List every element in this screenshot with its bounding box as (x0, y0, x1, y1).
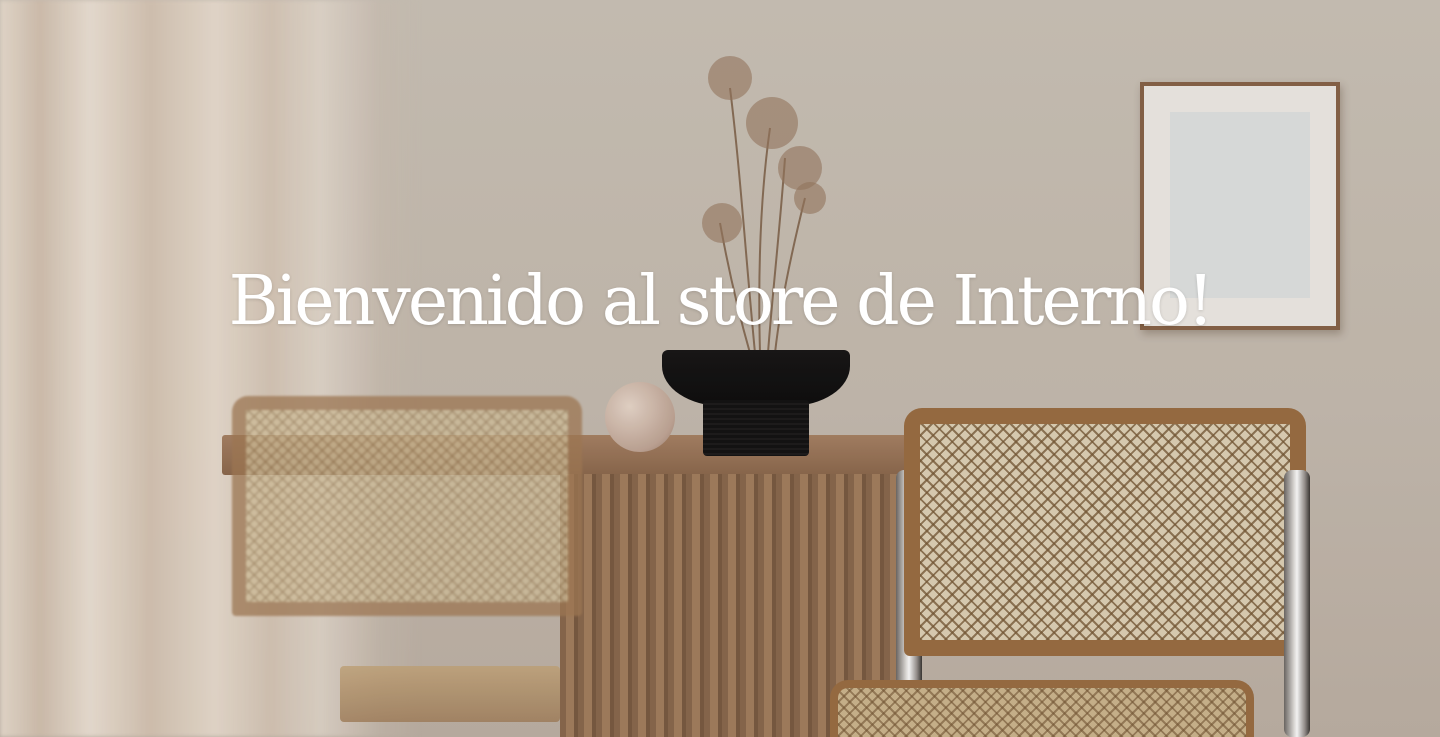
hero-title: Bienvenido al store de Interno! (228, 262, 1215, 341)
image-overlay (0, 0, 1440, 737)
hero-banner: Bienvenido al store de Interno! (0, 0, 1440, 737)
